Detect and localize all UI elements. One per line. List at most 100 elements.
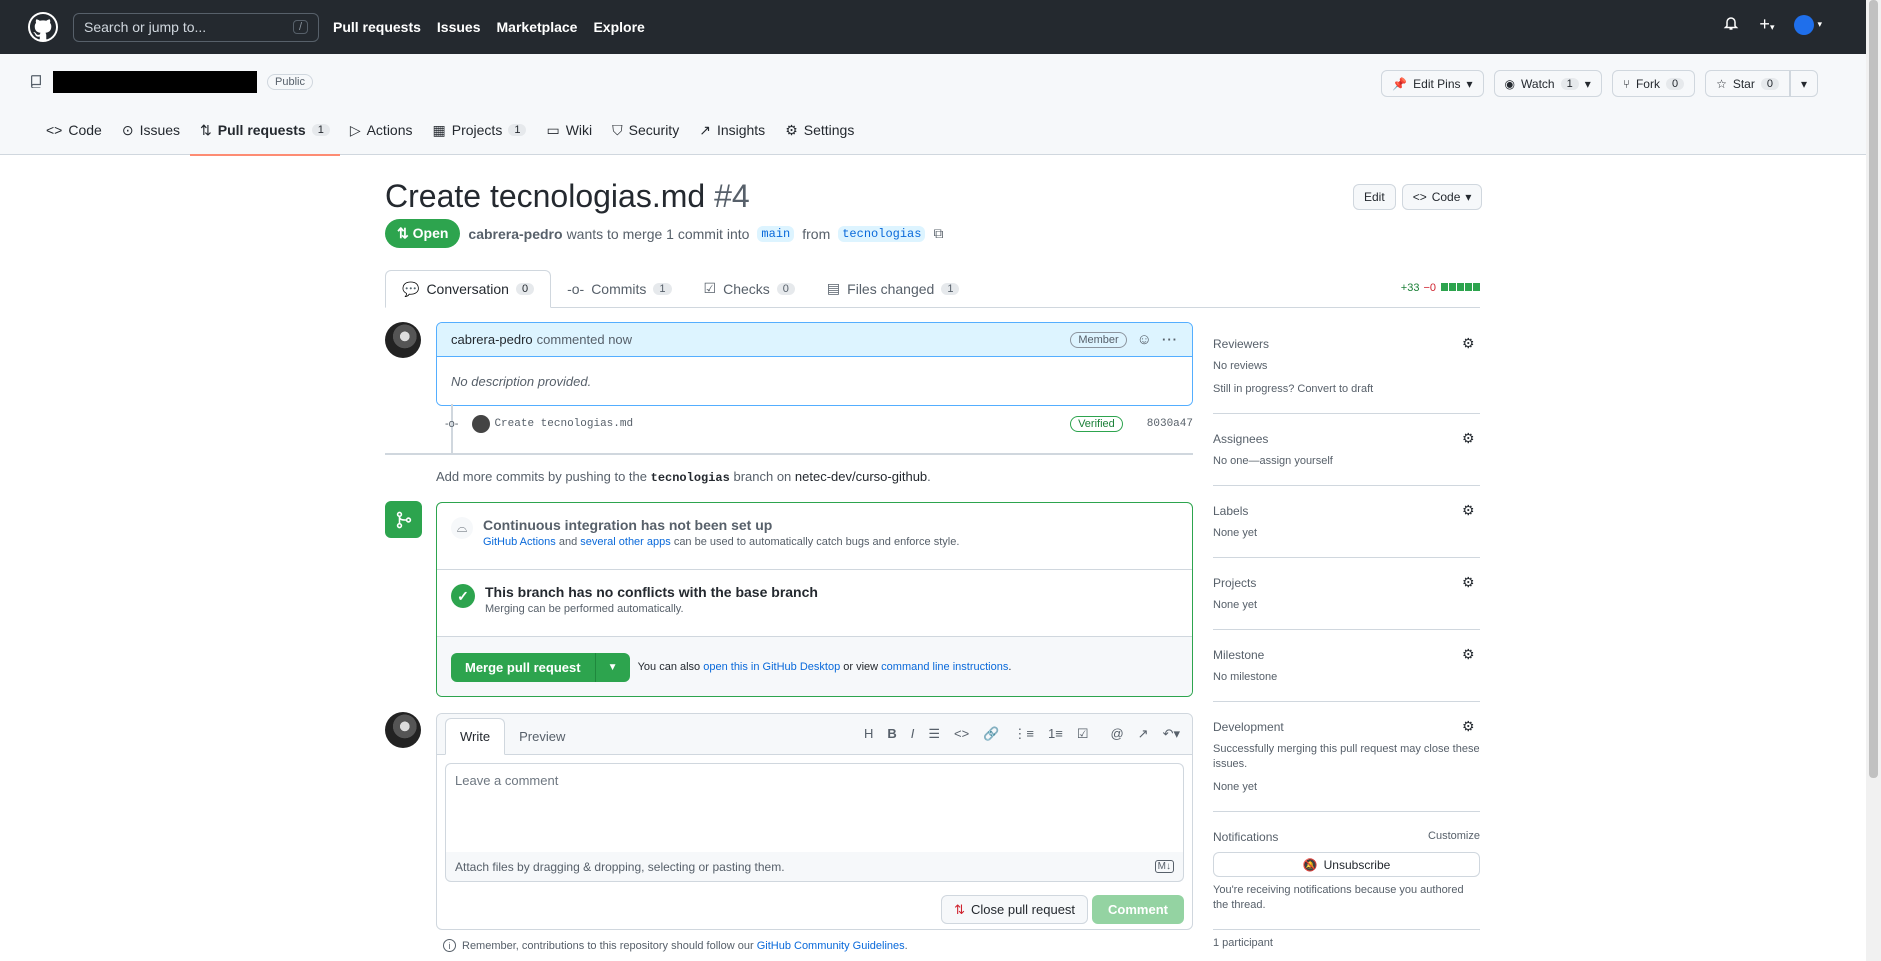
head-branch[interactable]: tecnologias — [838, 225, 926, 242]
tab-issues[interactable]: ⊙ Issues — [112, 105, 190, 155]
avatar[interactable] — [385, 712, 421, 748]
attach-files-bar[interactable]: Attach files by dragging & dropping, sel… — [445, 852, 1184, 882]
assign-yourself-link[interactable]: No one—assign yourself — [1213, 454, 1480, 469]
unsubscribe-button[interactable]: 🔕 Unsubscribe — [1213, 852, 1480, 877]
vertical-scrollbar[interactable] — [1866, 0, 1881, 961]
mention-icon[interactable]: @ — [1110, 726, 1123, 742]
tab-label: Settings — [803, 122, 855, 138]
nav-explore[interactable]: Explore — [593, 19, 644, 35]
tab-code[interactable]: <> Code — [36, 105, 112, 155]
comment-author[interactable]: cabrera-pedro — [451, 332, 533, 347]
tab-pull-requests[interactable]: ⇅ Pull requests 1 — [190, 105, 340, 156]
kebab-menu-icon[interactable]: ··· — [1162, 332, 1178, 347]
search-input[interactable]: Search or jump to... / — [73, 12, 319, 42]
sidebar-title[interactable]: Milestone — [1213, 648, 1480, 662]
gear-icon[interactable]: ⚙ — [1462, 574, 1476, 590]
reply-icon[interactable]: ↶▾ — [1163, 726, 1180, 742]
code-dropdown-button[interactable]: <> Code ▾ — [1401, 184, 1483, 210]
heading-icon[interactable]: H — [864, 726, 873, 742]
tab-security[interactable]: ⛉ Security — [602, 105, 689, 155]
nav-issues[interactable]: Issues — [437, 19, 481, 35]
avatar-menu[interactable]: ▾ — [1794, 14, 1822, 35]
edit-pins-button[interactable]: 📌 Edit Pins ▾ — [1381, 70, 1484, 97]
gear-icon[interactable]: ⚙ — [1462, 335, 1476, 351]
gear-icon[interactable]: ⚙ — [1462, 718, 1476, 734]
star-button[interactable]: ☆ Star 0 — [1705, 70, 1790, 97]
close-pull-request-button[interactable]: ⇅ Close pull request — [941, 895, 1089, 924]
smiley-icon[interactable]: ☺ — [1137, 331, 1152, 348]
merge-method-dropdown[interactable]: ▼ — [595, 652, 630, 682]
scrollbar-thumb[interactable] — [1869, 0, 1878, 778]
file-diff-icon: ▤ — [826, 280, 841, 296]
commit-sha[interactable]: 8030a47 — [1147, 418, 1193, 430]
task-list-icon[interactable]: ☑ — [1077, 726, 1089, 742]
push-text: Add more commits by pushing to the — [436, 469, 647, 484]
tab-files-changed[interactable]: ▤ Files changed 1 — [811, 270, 976, 307]
edit-title-button[interactable]: Edit — [1353, 184, 1396, 210]
bell-icon[interactable] — [1723, 15, 1739, 34]
pr-author[interactable]: cabrera-pedro — [468, 226, 562, 242]
quote-icon[interactable]: ☰ — [928, 726, 940, 742]
star-list-dropdown[interactable]: ▾ — [1789, 70, 1818, 97]
tab-count: 0 — [515, 283, 535, 295]
commit-message[interactable]: Create tecnologias.md — [494, 418, 633, 430]
tab-write[interactable]: Write — [445, 718, 506, 755]
comment-textarea[interactable]: Leave a comment — [445, 763, 1184, 853]
nav-pull-requests[interactable]: Pull requests — [333, 19, 421, 35]
avatar[interactable] — [385, 322, 421, 358]
pin-icon: 📌 — [1392, 76, 1408, 91]
verified-badge[interactable]: Verified — [1070, 416, 1123, 432]
comment-button[interactable]: Comment — [1092, 895, 1184, 924]
conflict-title: This branch has no conflicts with the ba… — [485, 584, 818, 600]
tab-settings[interactable]: ⚙ Settings — [775, 105, 864, 155]
comment-action[interactable]: commented now — [537, 332, 632, 347]
base-branch[interactable]: main — [757, 225, 795, 242]
tab-insights[interactable]: ↗ Insights — [689, 105, 775, 155]
sidebar-value: None yet — [1213, 781, 1258, 793]
avatar[interactable] — [472, 415, 491, 433]
gear-icon[interactable]: ⚙ — [1462, 646, 1476, 662]
ordered-list-icon[interactable]: 1≡ — [1048, 726, 1063, 742]
gear-icon[interactable]: ⚙ — [1462, 502, 1476, 518]
github-actions-link[interactable]: GitHub Actions — [483, 536, 556, 548]
italic-icon[interactable]: I — [911, 726, 915, 742]
watch-button[interactable]: ◉ Watch 1 ▾ — [1493, 70, 1602, 97]
tab-conversation[interactable]: 💬 Conversation 0 — [385, 270, 552, 308]
merge-pull-request-button[interactable]: Merge pull request — [451, 652, 596, 682]
bold-icon[interactable]: B — [887, 726, 896, 742]
sidebar-title[interactable]: Development — [1213, 720, 1480, 734]
community-guidelines-link[interactable]: GitHub Community Guidelines — [757, 940, 905, 952]
tab-projects[interactable]: ▦ Projects 1 — [423, 105, 537, 155]
tab-commits[interactable]: -o- Commits 1 — [551, 270, 687, 307]
other-apps-link[interactable]: several other apps — [580, 536, 671, 548]
unsubscribe-label: Unsubscribe — [1323, 857, 1391, 872]
unordered-list-icon[interactable]: ⋮≡ — [1013, 726, 1034, 742]
fork-button[interactable]: ⑂ Fork 0 — [1611, 70, 1696, 97]
status-badge: ⇅ Open — [385, 219, 461, 248]
markdown-icon: M↓ — [1154, 860, 1174, 873]
sidebar-title[interactable]: Projects — [1213, 576, 1480, 590]
sidebar-title[interactable]: Reviewers — [1213, 337, 1480, 351]
tab-preview[interactable]: Preview — [505, 719, 579, 754]
tab-wiki[interactable]: ▭ Wiki — [536, 105, 602, 155]
customize-link[interactable]: Customize — [1428, 830, 1480, 842]
nav-marketplace[interactable]: Marketplace — [497, 19, 578, 35]
link-icon[interactable]: 🔗 — [983, 726, 999, 742]
cli-instructions-link[interactable]: command line instructions — [881, 661, 1008, 673]
code-icon[interactable]: <> — [954, 726, 969, 742]
chevron-down-icon: ▾ — [1465, 190, 1472, 204]
tab-checks[interactable]: ☑ Checks 0 — [688, 270, 811, 307]
gear-icon[interactable]: ⚙ — [1462, 430, 1476, 446]
github-desktop-link[interactable]: open this in GitHub Desktop — [703, 661, 840, 673]
github-logo-icon[interactable] — [28, 12, 58, 42]
cross-reference-icon[interactable]: ↗ — [1138, 726, 1149, 742]
sidebar-title[interactable]: Labels — [1213, 504, 1480, 518]
convert-to-draft-link[interactable]: Still in progress? Convert to draft — [1213, 382, 1480, 397]
copy-icon[interactable]: ⧉ — [933, 225, 943, 242]
tab-actions[interactable]: ▷ Actions — [340, 105, 423, 155]
merge-end-text: . — [1008, 661, 1012, 673]
push-repo-link[interactable]: netec-dev/curso-github — [795, 469, 927, 484]
pr-title-text: Create tecnologias.md — [385, 178, 706, 214]
create-new-icon[interactable]: +▾ — [1759, 14, 1774, 35]
sidebar-title[interactable]: Assignees — [1213, 432, 1480, 446]
